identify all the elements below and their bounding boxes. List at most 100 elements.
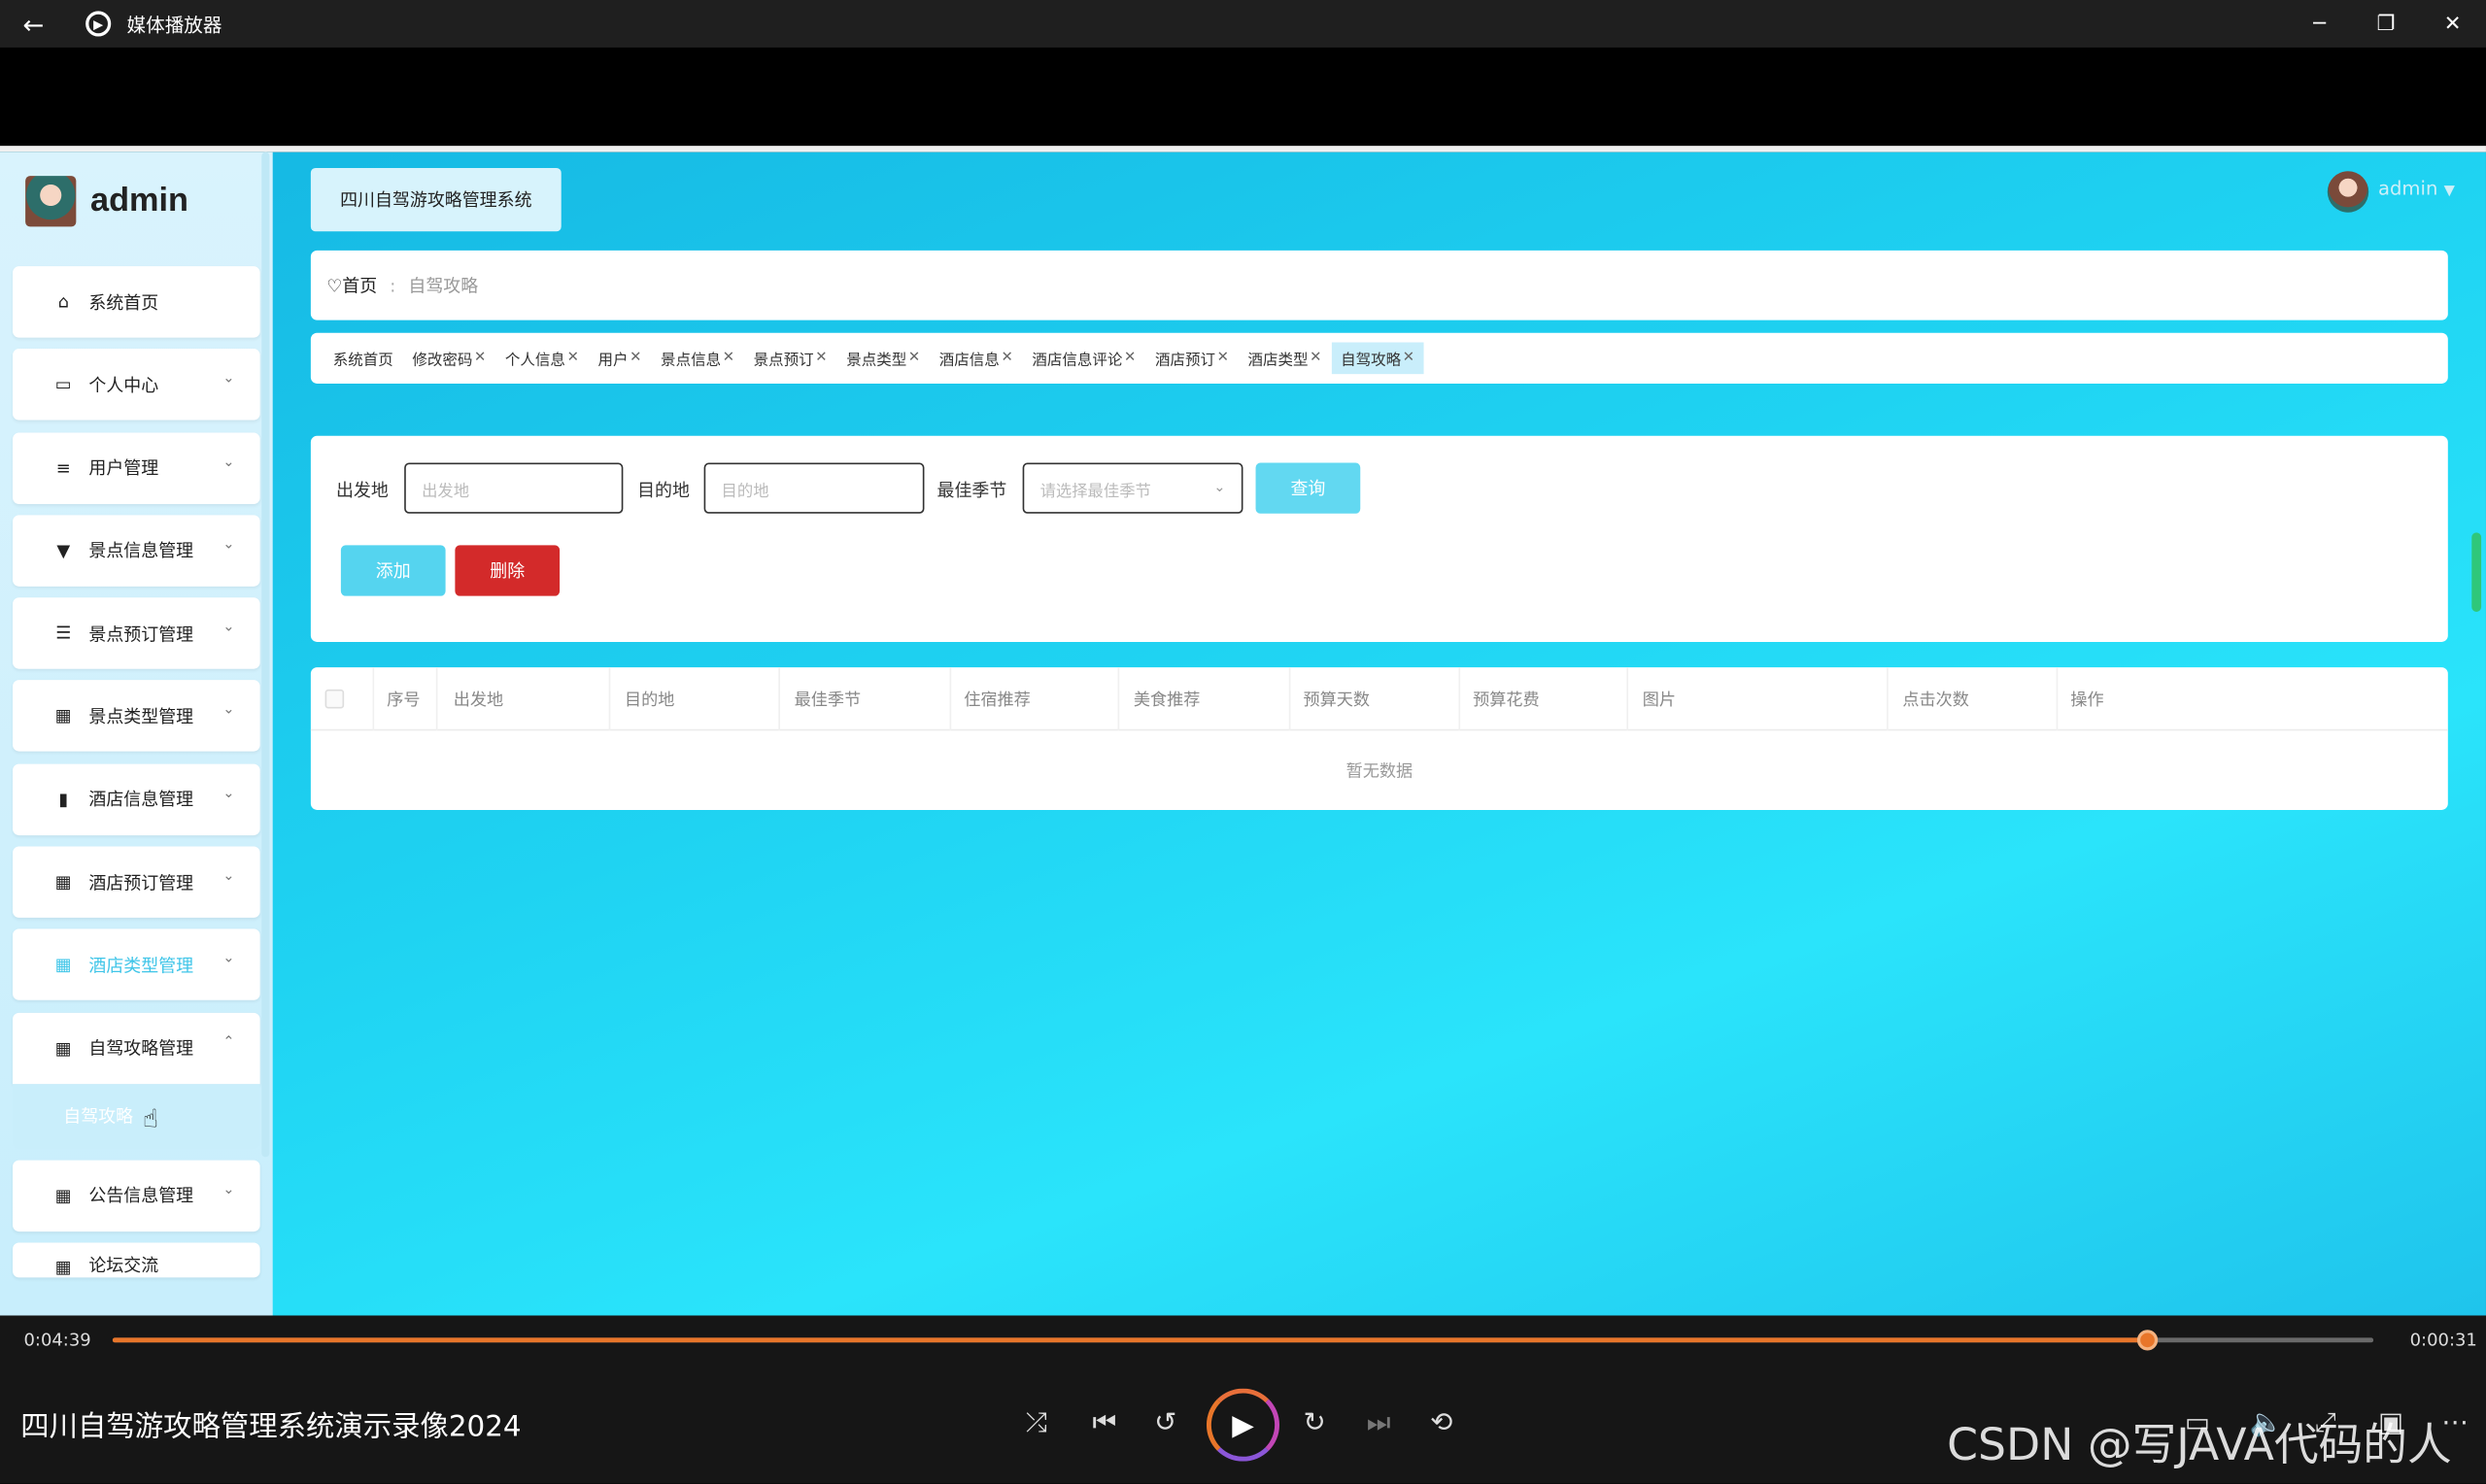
page-scrollbar[interactable] (2471, 532, 2482, 612)
column-header[interactable]: 预算花费 (1460, 667, 1629, 731)
chevron-down-icon: ⌄ (222, 951, 235, 968)
sidebar-item-label: 酒店类型管理 (88, 955, 194, 977)
add-button[interactable]: 添加 (340, 545, 446, 596)
tab-scenic-info[interactable]: 景点信息 ✕ (651, 343, 744, 375)
user-avatar[interactable] (2327, 171, 2369, 213)
seek-bar[interactable] (112, 1330, 2374, 1351)
remaining-time: 0:00:31 (2409, 1330, 2477, 1351)
tab-guide[interactable]: 自驾攻略 ✕ (1331, 342, 1424, 375)
sidebar-item-label: 论坛交流 (88, 1255, 159, 1277)
tab-personal-info[interactable]: 个人信息 ✕ (495, 343, 589, 375)
column-header[interactable]: 操作 (2058, 667, 2447, 730)
close-icon[interactable]: ✕ (1001, 351, 1012, 366)
close-icon[interactable]: ✕ (567, 351, 579, 366)
close-icon[interactable]: ✕ (1310, 351, 1321, 366)
sidebar-item-home[interactable]: ⌂ 系统首页 (13, 266, 260, 338)
play-button[interactable]: ▶ (1206, 1388, 1280, 1462)
sidebar-item-label: 酒店信息管理 (88, 790, 194, 811)
departure-input[interactable]: 出发地 (404, 462, 624, 514)
tab-user[interactable]: 用户 ✕ (589, 343, 652, 375)
sidebar-item-scenic-booking[interactable]: ☰ 景点预订管理 ⌄ (13, 597, 260, 670)
column-header[interactable]: 预算天数 (1290, 667, 1461, 731)
play-icon: ▶ (1232, 1408, 1254, 1442)
rewind-10-icon[interactable]: ↺ (1154, 1407, 1176, 1439)
column-header[interactable]: 最佳季节 (782, 667, 952, 731)
column-header[interactable]: 出发地 (441, 667, 611, 731)
restore-icon[interactable]: ❐ (2353, 12, 2420, 35)
heart-icon: ♡ (326, 275, 343, 297)
sidebar-item-label: 酒店预订管理 (88, 872, 194, 894)
sidebar-item-hotel-info[interactable]: ▮ 酒店信息管理 ⌄ (13, 763, 260, 835)
previous-icon[interactable]: ⏮ (1092, 1407, 1116, 1439)
close-icon[interactable]: ✕ (1217, 351, 1229, 366)
forum-icon: ▦ (54, 1257, 72, 1278)
media-controls: 0:04:39 0:00:31 四川自驾游攻略管理系统演示录像2024 ⤮ ⏮ … (0, 1315, 2486, 1484)
column-header[interactable]: 点击次数 (1890, 667, 2059, 731)
breadcrumb-home[interactable]: ♡首页 (326, 273, 377, 298)
grid-icon: ▦ (54, 955, 72, 976)
tab-hotel-type[interactable]: 酒店类型 ✕ (1239, 343, 1332, 375)
close-icon[interactable]: ✕ (1124, 351, 1136, 366)
seek-bar-fill (112, 1337, 2148, 1343)
repeat-off-icon[interactable]: ⟲ (1430, 1407, 1452, 1439)
tab-hotel-booking[interactable]: 酒店预订 ✕ (1145, 343, 1239, 375)
select-all-checkbox[interactable] (324, 689, 345, 709)
user-menu[interactable]: admin ▼ (2378, 178, 2455, 200)
delete-button[interactable]: 删除 (455, 545, 561, 596)
close-icon[interactable]: ✕ (2419, 12, 2486, 35)
system-name: 四川自驾游攻略管理系统 (310, 167, 562, 232)
shuffle-icon[interactable]: ⤮ (1026, 1407, 1047, 1439)
tab-home[interactable]: 系统首页 (324, 343, 403, 375)
next-icon[interactable]: ⏭ (1367, 1407, 1391, 1439)
chevron-down-icon: ⌄ (222, 620, 235, 636)
breadcrumb-separator: : (390, 275, 396, 296)
column-header[interactable]: 序号 (374, 667, 438, 731)
sidebar-subitem-guide[interactable]: 自驾攻略 ☝ (13, 1083, 260, 1149)
season-select[interactable]: 请选择最佳季节 ⌄ (1022, 462, 1243, 514)
app-viewport: admin ⌂ 系统首页 ▭ 个人中心 ⌄ ≡ 用户管理 ⌄ ▼ 景点信息管理 ⌄ ☰ 景点预订… (0, 152, 2486, 1316)
sidebar-logo: admin (25, 176, 188, 227)
chevron-down-icon: ⌄ (222, 371, 235, 388)
column-header[interactable]: 美食推荐 (1121, 667, 1291, 731)
chevron-up-icon: ⌃ (222, 1034, 235, 1051)
grid-icon: ▦ (54, 871, 72, 893)
media-player-icon: ▶ (85, 11, 112, 37)
sidebar-scrollbar[interactable] (261, 152, 270, 1158)
sidebar-item-scenic-type[interactable]: ▦ 景点类型管理 ⌄ (13, 680, 260, 753)
tab-hotel-info[interactable]: 酒店信息 ✕ (930, 343, 1023, 375)
column-header[interactable]: 住宿推荐 (951, 667, 1120, 731)
close-icon[interactable]: ✕ (723, 351, 734, 366)
arrow-left-icon[interactable]: ← (0, 9, 67, 39)
select-all-cell (311, 667, 375, 731)
close-icon[interactable]: ✕ (815, 351, 827, 366)
tab-scenic-type[interactable]: 景点类型 ✕ (836, 343, 930, 375)
tab-password[interactable]: 修改密码 ✕ (403, 343, 496, 375)
elapsed-time: 0:04:39 (23, 1330, 91, 1351)
sidebar-item-hotel-type[interactable]: ▦ 酒店类型管理 ⌄ (13, 928, 260, 1001)
tab-hotel-review[interactable]: 酒店信息评论 ✕ (1023, 343, 1146, 375)
sidebar-item-notice[interactable]: ▦ 公告信息管理 ⌄ (13, 1160, 260, 1232)
search-panel: 出发地 出发地 目的地 目的地 最佳季节 请选择最佳季节 ⌄ 查询 添加 删除 (310, 435, 2448, 642)
column-header[interactable]: 目的地 (612, 667, 780, 731)
query-button[interactable]: 查询 (1255, 462, 1361, 514)
seek-thumb[interactable] (2137, 1330, 2159, 1351)
minimize-icon[interactable]: ─ (2286, 12, 2353, 35)
sidebar-item-label: 景点预订管理 (88, 624, 194, 645)
sidebar-item-label: 系统首页 (88, 292, 159, 314)
close-icon[interactable]: ✕ (474, 351, 486, 366)
sidebar-item-users[interactable]: ≡ 用户管理 ⌄ (13, 431, 260, 504)
close-icon[interactable]: ✕ (1403, 351, 1414, 366)
sidebar-item-hotel-booking[interactable]: ▦ 酒店预订管理 ⌄ (13, 846, 260, 919)
forward-30-icon[interactable]: ↻ (1304, 1407, 1326, 1439)
chevron-down-icon: ⌄ (222, 868, 235, 885)
sidebar-item-scenic-info[interactable]: ▼ 景点信息管理 ⌄ (13, 515, 260, 587)
sidebar-item-forum[interactable]: ▦ 论坛交流 (13, 1242, 260, 1278)
close-icon[interactable]: ✕ (908, 351, 920, 366)
destination-input[interactable]: 目的地 (703, 462, 925, 514)
sidebar-menu: ⌂ 系统首页 ▭ 个人中心 ⌄ ≡ 用户管理 ⌄ ▼ 景点信息管理 ⌄ ☰ 景点预订管理 ⌄ ▦ 景… (13, 266, 260, 1290)
sidebar-item-guide[interactable]: ▦ 自驾攻略管理 ⌃ (13, 1012, 260, 1084)
tab-scenic-booking[interactable]: 景点预订 ✕ (744, 343, 837, 375)
column-header[interactable]: 图片 (1630, 667, 1889, 731)
close-icon[interactable]: ✕ (630, 351, 641, 366)
sidebar-item-profile[interactable]: ▭ 个人中心 ⌄ (13, 349, 260, 421)
